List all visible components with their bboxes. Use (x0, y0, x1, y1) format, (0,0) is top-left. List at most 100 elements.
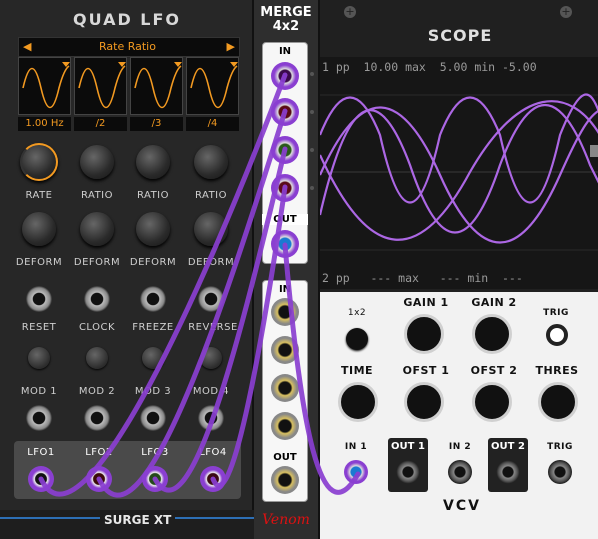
deform-label-2: DEFORM (73, 257, 121, 268)
time-knob[interactable] (338, 382, 378, 422)
deform-knob-3[interactable] (136, 212, 170, 246)
wave-rate-2: /2 (74, 117, 127, 131)
ratio-label-2: RATIO (80, 190, 114, 201)
lfo3-output-jack[interactable] (142, 466, 168, 492)
wave-display-2[interactable] (74, 57, 127, 115)
merge-out-label-2: OUT (273, 452, 297, 463)
mod-jack-3[interactable] (140, 405, 166, 431)
out1-box: OUT 1 (388, 438, 428, 492)
quad-lfo-module: QUAD LFO ◀ Rate Ratio ▶ 1.00 Hz /2 /3 /4… (0, 0, 254, 539)
rate-mode-label: Rate Ratio (99, 40, 156, 53)
time-label: TIME (340, 364, 374, 377)
mod-label-3: MOD 3 (134, 386, 172, 397)
wave-display-3[interactable] (130, 57, 183, 115)
scope-display[interactable]: 1 pp 10.00 max 5.00 min -5.00 2 pp --- m… (320, 57, 598, 289)
surge-logo: SURGE XT (100, 513, 176, 527)
mod-button-1[interactable] (28, 347, 50, 369)
in1-jack[interactable] (344, 460, 368, 484)
gain2-label: GAIN 2 (471, 296, 517, 309)
merge-title-line2: 4x2 (272, 19, 300, 34)
lfo2-output-jack[interactable] (86, 466, 112, 492)
wave-display-4[interactable] (186, 57, 239, 115)
merge-module: MERGE 4x2 IN OUT IN OUT Venom (254, 0, 318, 539)
mod-label-2: MOD 2 (78, 386, 116, 397)
merge-in-jack-2[interactable] (271, 98, 299, 126)
reverse-jack[interactable] (198, 286, 224, 312)
mod-button-2[interactable] (86, 347, 108, 369)
prev-arrow-icon[interactable]: ◀ (23, 40, 31, 53)
scope-waveform (320, 93, 598, 251)
mod-jack-1[interactable] (26, 405, 52, 431)
wave-rate-1: 1.00 Hz (18, 117, 71, 131)
ratio-knob-3[interactable] (136, 145, 170, 179)
mod-label-1: MOD 1 (20, 386, 58, 397)
merge-out-label-1: OUT (262, 214, 308, 225)
out1-label: OUT 1 (391, 441, 425, 452)
mod-label-4: MOD 4 (192, 386, 230, 397)
deform-knob-4[interactable] (194, 212, 228, 246)
gain2-knob[interactable] (472, 314, 512, 354)
merge-in-label-1: IN (278, 46, 292, 57)
mod-button-3[interactable] (142, 347, 164, 369)
trig-button-label: TRIG (543, 308, 569, 318)
in2-jack[interactable] (448, 460, 472, 484)
merge-in-jack-4[interactable] (271, 174, 299, 202)
merge-in-jack-6[interactable] (271, 336, 299, 364)
merge-in-jack-1[interactable] (271, 62, 299, 90)
gain1-knob[interactable] (404, 314, 444, 354)
lfo2-label: LFO2 (85, 447, 113, 458)
in2-label: IN 2 (448, 442, 472, 452)
out2-jack[interactable] (496, 460, 520, 484)
ofst1-knob[interactable] (404, 382, 444, 422)
merge-in-jack-7[interactable] (271, 374, 299, 402)
reverse-label: REVERSE (188, 322, 238, 333)
rate-knob[interactable] (20, 143, 58, 181)
thres-label: THRES (535, 364, 579, 377)
freeze-label: FREEZE (132, 322, 174, 333)
reset-jack[interactable] (26, 286, 52, 312)
deform-label-1: DEFORM (15, 257, 63, 268)
lfo1-label: LFO1 (27, 447, 55, 458)
out1-jack[interactable] (396, 460, 420, 484)
merge-out-jack-2[interactable] (271, 466, 299, 494)
mode-button[interactable] (346, 328, 368, 350)
mod-jack-2[interactable] (84, 405, 110, 431)
module-title: QUAD LFO (72, 10, 182, 29)
wave-display-1[interactable] (18, 57, 71, 115)
channel1-stats: 1 pp 10.00 max 5.00 min -5.00 (322, 60, 537, 74)
clock-jack[interactable] (84, 286, 110, 312)
out2-box: OUT 2 (488, 438, 528, 492)
merge-in-jack-5[interactable] (271, 298, 299, 326)
mod-jack-4[interactable] (198, 405, 224, 431)
mod-button-4[interactable] (200, 347, 222, 369)
trig-in-jack[interactable] (548, 460, 572, 484)
ofst1-label: OFST 1 (402, 364, 450, 377)
lfo1-output-jack[interactable] (28, 466, 54, 492)
reset-label: RESET (21, 322, 57, 333)
ofst2-knob[interactable] (472, 382, 512, 422)
venom-logo: Venom (262, 512, 310, 528)
merge-in-jack-3[interactable] (271, 136, 299, 164)
trig-button[interactable] (546, 324, 568, 346)
rate-ratio-selector[interactable]: ◀ Rate Ratio ▶ (18, 37, 240, 57)
vcv-logo: VCV (443, 498, 481, 514)
scope-module: + + SCOPE 1 pp 10.00 max 5.00 min -5.00 … (318, 0, 598, 539)
merge-in-jack-8[interactable] (271, 412, 299, 440)
clock-label: CLOCK (78, 322, 116, 333)
thres-knob[interactable] (538, 382, 578, 422)
screw-icon: + (560, 5, 572, 18)
trig-in-label: TRIG (547, 442, 573, 452)
freeze-jack[interactable] (140, 286, 166, 312)
merge-out-jack-1[interactable] (271, 230, 299, 258)
deform-knob-2[interactable] (80, 212, 114, 246)
ratio-knob-2[interactable] (80, 145, 114, 179)
lfo4-output-jack[interactable] (200, 466, 226, 492)
lfo3-label: LFO3 (141, 447, 169, 458)
ratio-knob-4[interactable] (194, 145, 228, 179)
ofst2-label: OFST 2 (470, 364, 518, 377)
deform-label-4: DEFORM (187, 257, 235, 268)
deform-knob-1[interactable] (22, 212, 56, 246)
next-arrow-icon[interactable]: ▶ (227, 40, 235, 53)
screw-icon: + (344, 5, 356, 18)
rate-label: RATE (25, 190, 53, 201)
